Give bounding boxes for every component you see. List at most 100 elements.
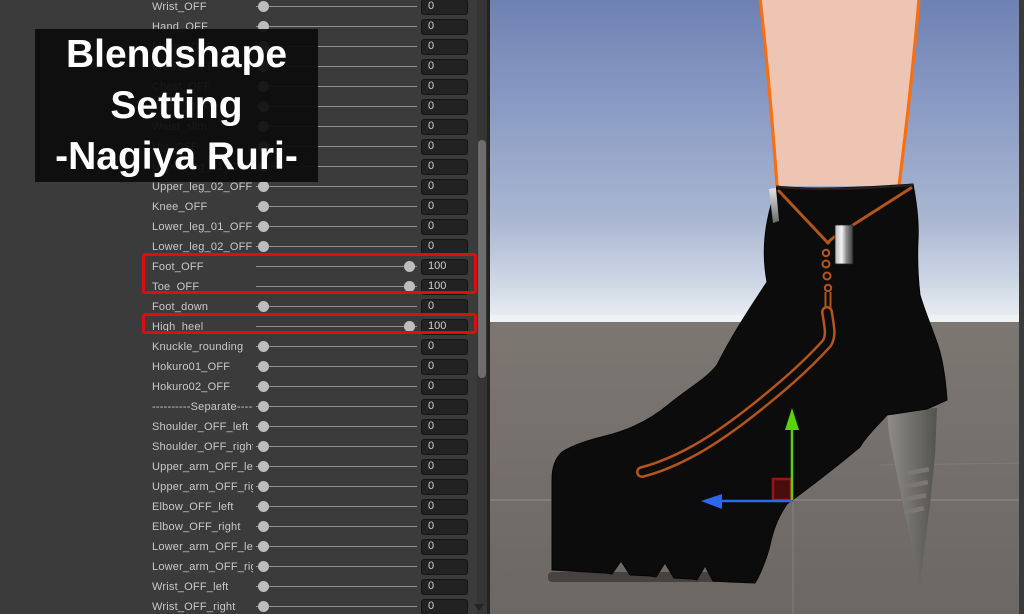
gizmo-plane-handle[interactable]	[771, 477, 793, 502]
window-edge-strip	[1019, 0, 1024, 614]
scrollbar-down-arrow-icon[interactable]	[474, 604, 484, 611]
blendshape-label: Elbow_OFF_left	[152, 501, 234, 513]
blendshape-row: Lower_leg_01_OFF 0	[0, 217, 487, 237]
blendshape-slider-track[interactable]	[256, 386, 417, 387]
blendshape-value-field[interactable]: 0	[421, 379, 468, 395]
blendshape-label: Elbow_OFF_right	[152, 521, 241, 533]
blendshape-label: Lower_leg_01_OFF	[152, 221, 253, 233]
blendshape-value-field[interactable]: 0	[421, 199, 468, 215]
blendshape-slider-knob[interactable]	[258, 481, 269, 492]
blendshape-value-field[interactable]: 0	[421, 439, 468, 455]
highlight-box	[142, 313, 477, 334]
blendshape-value-field[interactable]: 0	[421, 339, 468, 355]
highlight-box	[142, 253, 477, 294]
blendshape-row: Shoulder_OFF_right 0	[0, 437, 487, 457]
blendshape-slider-knob[interactable]	[258, 461, 269, 472]
blendshape-slider-knob[interactable]	[258, 421, 269, 432]
blendshape-row: Lower_arm_OFF_left 0	[0, 537, 487, 557]
blendshape-row: Wrist_OFF_left 0	[0, 577, 487, 597]
blendshape-row: Elbow_OFF_right 0	[0, 517, 487, 537]
blendshape-slider-track[interactable]	[256, 586, 417, 587]
blendshape-slider-track[interactable]	[256, 446, 417, 447]
blendshape-slider-track[interactable]	[256, 506, 417, 507]
blendshape-value-field[interactable]: 0	[421, 179, 468, 195]
blendshape-slider-track[interactable]	[256, 226, 417, 227]
blendshape-slider-track[interactable]	[256, 406, 417, 407]
blendshape-value-field[interactable]: 0	[421, 599, 468, 614]
blendshape-slider-track[interactable]	[256, 566, 417, 567]
blendshape-value-field[interactable]: 0	[421, 419, 468, 435]
leg[interactable]	[758, 0, 921, 187]
blendshape-value-field[interactable]: 0	[421, 579, 468, 595]
blendshape-label: Upper_arm_OFF_right	[152, 481, 253, 493]
scrollbar-thumb[interactable]	[478, 140, 486, 378]
blendshape-slider-knob[interactable]	[258, 561, 269, 572]
scene-viewport[interactable]	[487, 0, 1024, 614]
blendshape-value-field[interactable]: 0	[421, 359, 468, 375]
blendshape-slider-knob[interactable]	[258, 301, 269, 312]
blendshape-row: ----------Separate---------- 0	[0, 397, 487, 417]
blendshape-slider-knob[interactable]	[258, 361, 269, 372]
blendshape-slider-track[interactable]	[256, 306, 417, 307]
title-line-3: -Nagiya Ruri-	[55, 135, 298, 178]
blendshape-value-field[interactable]: 0	[421, 399, 468, 415]
blendshape-value-field[interactable]: 0	[421, 219, 468, 235]
blendshape-value-field[interactable]: 0	[421, 539, 468, 555]
blendshape-value-field[interactable]: 0	[421, 459, 468, 475]
blendshape-slider-knob[interactable]	[258, 341, 269, 352]
blendshape-row: Knuckle_rounding 0	[0, 337, 487, 357]
blendshape-slider-knob[interactable]	[258, 221, 269, 232]
blendshape-value-field[interactable]: 0	[421, 559, 468, 575]
blendshape-slider-knob[interactable]	[258, 441, 269, 452]
panel-scrollbar[interactable]	[477, 0, 487, 614]
blendshape-slider-knob[interactable]	[258, 541, 269, 552]
blendshape-value-field[interactable]: 0	[421, 119, 468, 135]
blendshape-slider-track[interactable]	[256, 526, 417, 527]
blendshape-value-field[interactable]: 0	[421, 19, 468, 35]
blendshape-label: Upper_leg_02_OFF	[152, 181, 253, 193]
blendshape-slider-knob[interactable]	[258, 1, 269, 12]
blendshape-slider-knob[interactable]	[258, 501, 269, 512]
blendshape-slider-knob[interactable]	[258, 381, 269, 392]
unity-editor-window: Wrist_OFF0Hand_OFF0Finger_OFF0Breast_OFF…	[0, 0, 1024, 614]
blendshape-slider-track[interactable]	[256, 486, 417, 487]
blendshape-slider-track[interactable]	[256, 606, 417, 607]
blendshape-label: Knee_OFF	[152, 201, 208, 213]
blendshape-value-field[interactable]: 0	[421, 499, 468, 515]
blendshape-slider-track[interactable]	[256, 466, 417, 467]
blendshape-slider-knob[interactable]	[258, 241, 269, 252]
blendshape-value-field[interactable]: 0	[421, 0, 468, 15]
blendshape-label: Hokuro01_OFF	[152, 361, 231, 373]
blendshape-slider-knob[interactable]	[258, 521, 269, 532]
zipper-pull	[834, 224, 854, 265]
blendshape-slider-track[interactable]	[256, 186, 417, 187]
blendshape-row: Hokuro02_OFF 0	[0, 377, 487, 397]
blendshape-slider-knob[interactable]	[258, 181, 269, 192]
blendshape-value-field[interactable]: 0	[421, 79, 468, 95]
blendshape-label: Wrist_OFF	[152, 1, 207, 13]
blendshape-slider-track[interactable]	[256, 426, 417, 427]
blendshape-row: Wrist_OFF_right 0	[0, 597, 487, 614]
blendshape-slider-track[interactable]	[256, 346, 417, 347]
blendshape-value-field[interactable]: 0	[421, 59, 468, 75]
blendshape-value-field[interactable]: 0	[421, 139, 468, 155]
blendshape-row: Upper_arm_OFF_left 0	[0, 457, 487, 477]
blendshape-slider-track[interactable]	[256, 246, 417, 247]
blendshape-slider-track[interactable]	[256, 26, 417, 27]
blendshape-value-field[interactable]: 0	[421, 519, 468, 535]
blendshape-label: ----------Separate----------	[152, 401, 253, 413]
blendshape-value-field[interactable]: 0	[421, 39, 468, 55]
blendshape-slider-track[interactable]	[256, 366, 417, 367]
blendshape-slider-track[interactable]	[256, 206, 417, 207]
blendshape-slider-track[interactable]	[256, 6, 417, 7]
blendshape-slider-knob[interactable]	[258, 601, 269, 612]
blendshape-label: Lower_arm_OFF_right	[152, 561, 253, 573]
blendshape-value-field[interactable]: 0	[421, 159, 468, 175]
blendshape-slider-knob[interactable]	[258, 201, 269, 212]
blendshape-slider-track[interactable]	[256, 546, 417, 547]
blendshape-label: Knuckle_rounding	[152, 341, 244, 353]
blendshape-slider-knob[interactable]	[258, 401, 269, 412]
blendshape-value-field[interactable]: 0	[421, 479, 468, 495]
blendshape-slider-knob[interactable]	[258, 581, 269, 592]
blendshape-value-field[interactable]: 0	[421, 99, 468, 115]
